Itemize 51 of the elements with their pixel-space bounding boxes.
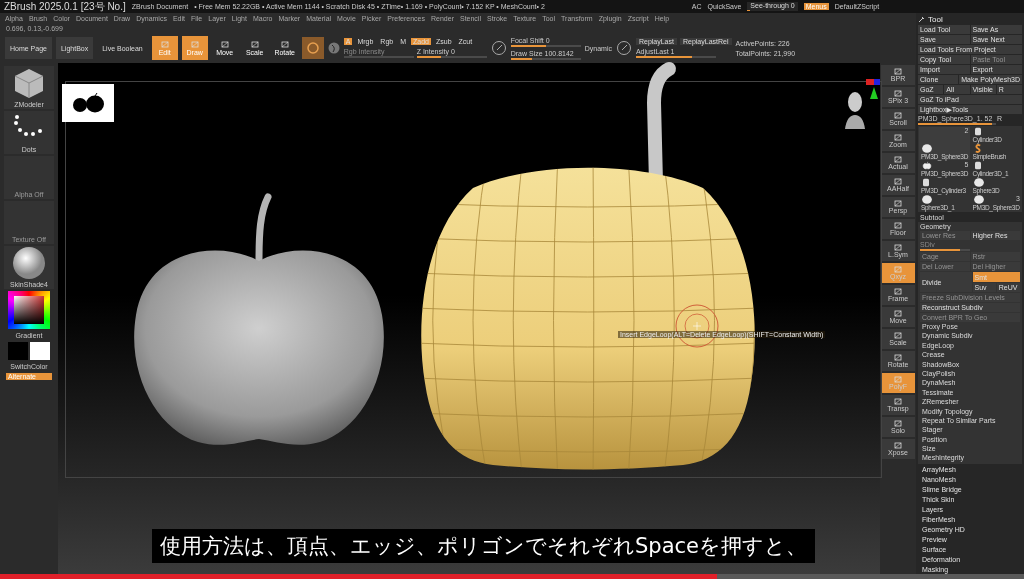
cylinder-icon bbox=[972, 127, 983, 136]
wrench-icon bbox=[918, 15, 925, 23]
view-icon bbox=[894, 112, 902, 119]
view-icon bbox=[894, 244, 902, 251]
view-icon bbox=[894, 68, 902, 75]
sphere-icon bbox=[972, 195, 985, 204]
view-icon bbox=[894, 376, 902, 383]
view-icon bbox=[894, 288, 902, 295]
view-icon bbox=[894, 90, 902, 97]
sphere-icon bbox=[12, 246, 46, 280]
view-icon bbox=[894, 134, 902, 141]
replay-icon bbox=[615, 40, 632, 56]
color-swatch[interactable] bbox=[30, 342, 50, 360]
view-icon bbox=[894, 442, 902, 449]
apples-icon bbox=[71, 93, 105, 113]
app-title: ZBrush 2025.0.1 [23号 No.] bbox=[4, 0, 126, 14]
head-icon bbox=[843, 89, 867, 129]
view-icon bbox=[894, 178, 902, 185]
view-icon bbox=[894, 420, 902, 427]
view-icon bbox=[894, 156, 902, 163]
apple-icon bbox=[921, 161, 933, 170]
cube-icon bbox=[12, 66, 46, 100]
slider[interactable] bbox=[510, 57, 581, 60]
tool-icon bbox=[280, 40, 289, 48]
view-icon bbox=[894, 354, 902, 361]
sphere-icon bbox=[327, 42, 340, 54]
tool-icon bbox=[190, 40, 199, 48]
s-icon bbox=[972, 144, 983, 153]
panel-title: Tool bbox=[928, 14, 943, 24]
cylinder-icon bbox=[972, 161, 983, 170]
sphere-icon bbox=[921, 195, 933, 204]
tool-icon bbox=[160, 40, 169, 48]
subtitle-text: 使用方法は、頂点、エッジ、ポリゴンでそれぞれSpaceを押すと、 bbox=[152, 529, 815, 563]
material-button[interactable] bbox=[301, 37, 324, 59]
tool-icon bbox=[250, 40, 259, 48]
color-swatch[interactable] bbox=[8, 342, 28, 360]
axis-gizmo-icon bbox=[866, 79, 880, 101]
view-icon bbox=[894, 222, 902, 229]
color-picker[interactable] bbox=[8, 291, 50, 329]
cylinder-icon bbox=[921, 178, 931, 187]
slider[interactable] bbox=[510, 44, 581, 47]
sphere-icon bbox=[921, 144, 933, 153]
circle-icon bbox=[306, 42, 319, 54]
view-icon bbox=[894, 310, 902, 317]
tool-icon bbox=[220, 40, 229, 48]
sphere-icon bbox=[972, 178, 985, 187]
view-icon bbox=[894, 266, 902, 273]
view-icon bbox=[894, 200, 902, 207]
view-icon bbox=[894, 398, 902, 405]
view-icon bbox=[894, 332, 902, 339]
focal-icon bbox=[490, 40, 507, 56]
